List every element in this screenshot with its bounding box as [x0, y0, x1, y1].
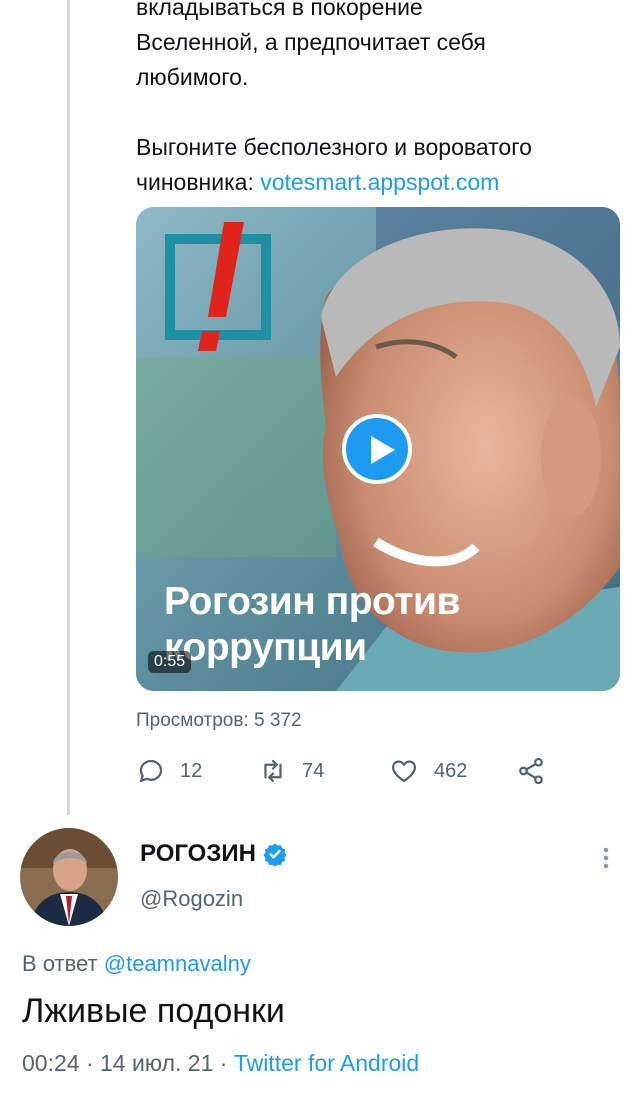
share-action[interactable] [516, 756, 560, 786]
retweet-count: 74 [302, 759, 325, 782]
tweet-actions: 12 74 462 [136, 756, 616, 792]
parent-text-prefix: чиновника: [136, 169, 261, 195]
votesmart-link[interactable]: votesmart.appspot.com [260, 169, 499, 195]
parent-text-line: любимого. [136, 64, 249, 90]
verified-badge-icon [263, 843, 287, 866]
author-name-text: РОГОЗИН [140, 840, 256, 867]
parent-text-line: Выгоните бесполезного и вороватого [136, 134, 532, 160]
tweet-source[interactable]: Twitter for Android [234, 1050, 419, 1076]
reply-to-link[interactable]: @teamnavalny [104, 951, 251, 976]
tweet-text: Лживые подонки [22, 992, 285, 1030]
parent-text-line: Вселенной, а предпочитает себя [136, 29, 486, 55]
parent-text-line: чиновника: votesmart.appspot.com [136, 165, 626, 200]
thread-line [67, 0, 70, 815]
reply-action[interactable]: 12 [136, 756, 202, 786]
meta-separator: · [79, 1050, 101, 1076]
like-action[interactable]: 462 [388, 756, 467, 786]
avatar[interactable] [20, 828, 118, 926]
reply-prefix: В ответ [22, 951, 104, 976]
author-handle[interactable]: @Rogozin [140, 886, 243, 912]
video-title: Рогозин против коррупции [164, 579, 604, 671]
author-name[interactable]: РОГОЗИН [140, 840, 287, 868]
vertical-dots-icon [603, 847, 609, 869]
heart-icon [391, 760, 417, 783]
video-title-line: Рогозин против [164, 580, 460, 623]
video-thumbnail[interactable]: Рогозин против коррупции 0:55 [136, 207, 620, 691]
share-icon [519, 757, 543, 785]
like-count: 462 [434, 759, 468, 782]
retweet-action[interactable]: 74 [258, 756, 324, 786]
view-count: Просмотров: 5 372 [136, 710, 302, 731]
parent-tweet-text: вкладываться в покорение Вселенной, а пр… [136, 0, 626, 200]
video-duration: 0:55 [148, 651, 192, 673]
reply-icon [139, 759, 163, 783]
meta-separator: · [213, 1050, 234, 1076]
more-options-button[interactable] [596, 845, 616, 878]
parent-text-line: вкладываться в покорение [136, 0, 423, 20]
reply-context: В ответ @teamnavalny [22, 951, 251, 977]
reply-count: 12 [180, 759, 203, 782]
avatar-image [20, 828, 118, 926]
retweet-icon [264, 759, 282, 783]
tweet-date: 14 июл. 21 [100, 1050, 214, 1076]
tweet-meta: 00:24 · 14 июл. 21 · Twitter for Android [22, 1050, 419, 1077]
tweet-time: 00:24 [22, 1050, 80, 1076]
play-button[interactable] [342, 414, 412, 484]
video-title-line: коррупции [164, 626, 367, 669]
